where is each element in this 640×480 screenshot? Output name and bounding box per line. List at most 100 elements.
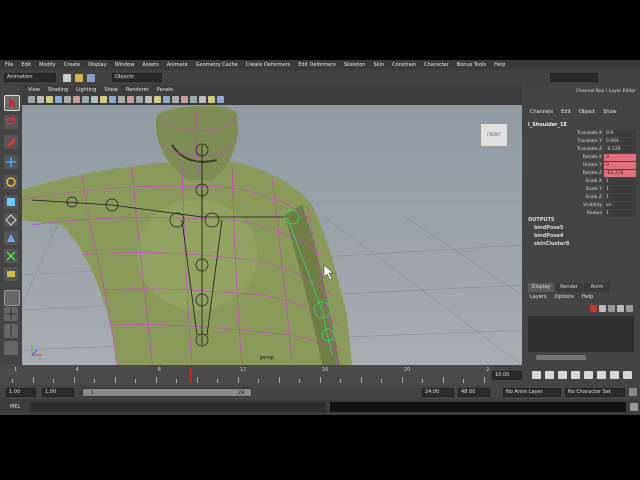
menu-file[interactable]: File	[5, 62, 13, 68]
panel-button-10-icon[interactable]	[109, 96, 116, 103]
layer-tool-5-icon[interactable]	[626, 305, 633, 312]
playhead[interactable]	[189, 368, 192, 382]
panel-button-13-icon[interactable]	[136, 96, 143, 103]
menu-create[interactable]: Create	[64, 62, 81, 68]
show-manip-icon[interactable]	[4, 249, 18, 263]
menu-bonus-tools[interactable]: Bonus Tools	[457, 62, 486, 68]
layer-tab-anim[interactable]: Anim	[584, 283, 610, 292]
current-frame-field[interactable]: 10.00	[492, 371, 522, 380]
layer-tab-render[interactable]: Render	[556, 283, 582, 292]
channel-menu-channels[interactable]: Channels	[530, 109, 553, 115]
panel-menu-view[interactable]: View	[28, 87, 40, 93]
menu-skeleton[interactable]: Skeleton	[344, 62, 366, 68]
playback-button-5-icon[interactable]	[584, 371, 593, 379]
layer-menu-options[interactable]: Options	[555, 294, 574, 300]
output-node[interactable]: bindPose5	[534, 225, 563, 231]
channel-menu-object[interactable]: Object	[579, 109, 595, 115]
range-end-field[interactable]: 48.00	[458, 388, 490, 397]
channel-value[interactable]: 0	[604, 154, 636, 161]
panel-button-16-icon[interactable]	[163, 96, 170, 103]
playback-button-8-icon[interactable]	[623, 371, 632, 379]
layer-menu-layers[interactable]: Layers	[530, 294, 547, 300]
panel-menu-shading[interactable]: Shading	[48, 87, 68, 93]
panel-button-6-icon[interactable]	[73, 96, 80, 103]
menu-skin[interactable]: Skin	[373, 62, 384, 68]
panel-button-2-icon[interactable]	[37, 96, 44, 103]
menu-constrain[interactable]: Constrain	[392, 62, 416, 68]
output-node[interactable]: skinCluster8	[534, 241, 569, 247]
panel-button-12-icon[interactable]	[127, 96, 134, 103]
object-name[interactable]: l_Shoulder_1E	[528, 122, 567, 128]
soft-mod-icon[interactable]	[4, 231, 18, 245]
panel-menu-show[interactable]: Show	[104, 87, 118, 93]
channel-menu-edit[interactable]: Edit	[561, 109, 571, 115]
range-start-field[interactable]: 1.00	[6, 388, 36, 397]
range-end-inner-field[interactable]: 24.00	[422, 388, 454, 397]
output-node[interactable]: bindPose4	[534, 233, 563, 239]
channel-row[interactable]: Radius 1	[522, 210, 636, 217]
layer-tool-2-icon[interactable]	[599, 305, 606, 312]
playback-button-4-icon[interactable]	[571, 371, 580, 379]
panel-menu-lighting[interactable]: Lighting	[76, 87, 96, 93]
channel-value[interactable]: 0	[604, 162, 636, 169]
playback-button-2-icon[interactable]	[545, 371, 554, 379]
menu-display[interactable]: Display	[88, 62, 106, 68]
script-editor-icon[interactable]	[630, 403, 638, 411]
panel-button-17-icon[interactable]	[172, 96, 179, 103]
channel-value[interactable]: 1	[604, 194, 636, 201]
layout-two-icon[interactable]	[4, 324, 18, 338]
menu-create-deformers[interactable]: Create Deformers	[246, 62, 291, 68]
command-input[interactable]	[30, 402, 326, 412]
panel-button-4-icon[interactable]	[55, 96, 62, 103]
menu-edit-deformers[interactable]: Edit Deformers	[298, 62, 336, 68]
panel-button-21-icon[interactable]	[208, 96, 215, 103]
menu-window[interactable]: Window	[115, 62, 135, 68]
lasso-tool-icon[interactable]	[4, 115, 18, 129]
menu-set-dropdown[interactable]: Animation	[4, 73, 56, 82]
panel-button-8-icon[interactable]	[91, 96, 98, 103]
layer-tool-1-icon[interactable]	[590, 305, 597, 312]
menu-animate[interactable]: Animate	[167, 62, 188, 68]
panel-button-5-icon[interactable]	[64, 96, 71, 103]
selection-mask-dropdown[interactable]: Objects	[112, 73, 162, 82]
panel-button-11-icon[interactable]	[118, 96, 125, 103]
panel-menu-renderer[interactable]: Renderer	[126, 87, 149, 93]
channel-row[interactable]: Translate Y 0.004	[522, 138, 636, 145]
layout-four-icon[interactable]	[4, 307, 18, 321]
channel-value[interactable]: 0.9	[604, 130, 636, 137]
menu-edit[interactable]: Edit	[21, 62, 31, 68]
range-slider[interactable]: 1 24	[82, 388, 252, 397]
save-scene-icon[interactable]	[87, 74, 95, 82]
channel-row[interactable]: Rotate X0	[522, 154, 636, 161]
channel-value[interactable]: 1	[604, 178, 636, 185]
playback-button-3-icon[interactable]	[558, 371, 567, 379]
channel-menu-show[interactable]: Show	[603, 109, 617, 115]
channel-row[interactable]: Translate X 0.9	[522, 130, 636, 137]
last-tool-icon[interactable]	[4, 267, 18, 281]
channel-row[interactable]: Scale Z1	[522, 194, 636, 201]
channel-row[interactable]: Translate Z -0.126	[522, 146, 636, 153]
move-tool-icon[interactable]	[4, 155, 18, 169]
playback-button-6-icon[interactable]	[597, 371, 606, 379]
channel-value[interactable]: -0.126	[604, 146, 636, 153]
panel-button-20-icon[interactable]	[199, 96, 206, 103]
auto-key-icon[interactable]	[629, 388, 637, 396]
rotate-tool-icon[interactable]	[4, 175, 18, 189]
quick-select-field[interactable]	[550, 73, 598, 82]
channel-row[interactable]: Rotate Y0	[522, 162, 636, 169]
select-tool-icon[interactable]	[4, 95, 20, 111]
viewport[interactable]: FRONT persp	[22, 105, 522, 365]
panel-button-1-icon[interactable]	[28, 96, 35, 103]
channel-value[interactable]: 1	[604, 186, 636, 193]
channel-row[interactable]: Rotate Z -61.776	[522, 170, 636, 177]
panel-button-18-icon[interactable]	[181, 96, 188, 103]
layer-tab-display[interactable]: Display	[528, 283, 554, 292]
panel-menu-panels[interactable]: Panels	[157, 87, 173, 93]
outliner-layout-icon[interactable]	[4, 341, 18, 355]
manipulator-icon[interactable]	[4, 213, 18, 227]
channel-row[interactable]: Scale Y1	[522, 186, 636, 193]
anim-layer-dropdown[interactable]: No Anim Layer	[503, 388, 561, 397]
playback-button-1-icon[interactable]	[532, 371, 541, 379]
character-set-dropdown[interactable]: No Character Set	[565, 388, 625, 397]
panel-button-9-icon[interactable]	[100, 96, 107, 103]
